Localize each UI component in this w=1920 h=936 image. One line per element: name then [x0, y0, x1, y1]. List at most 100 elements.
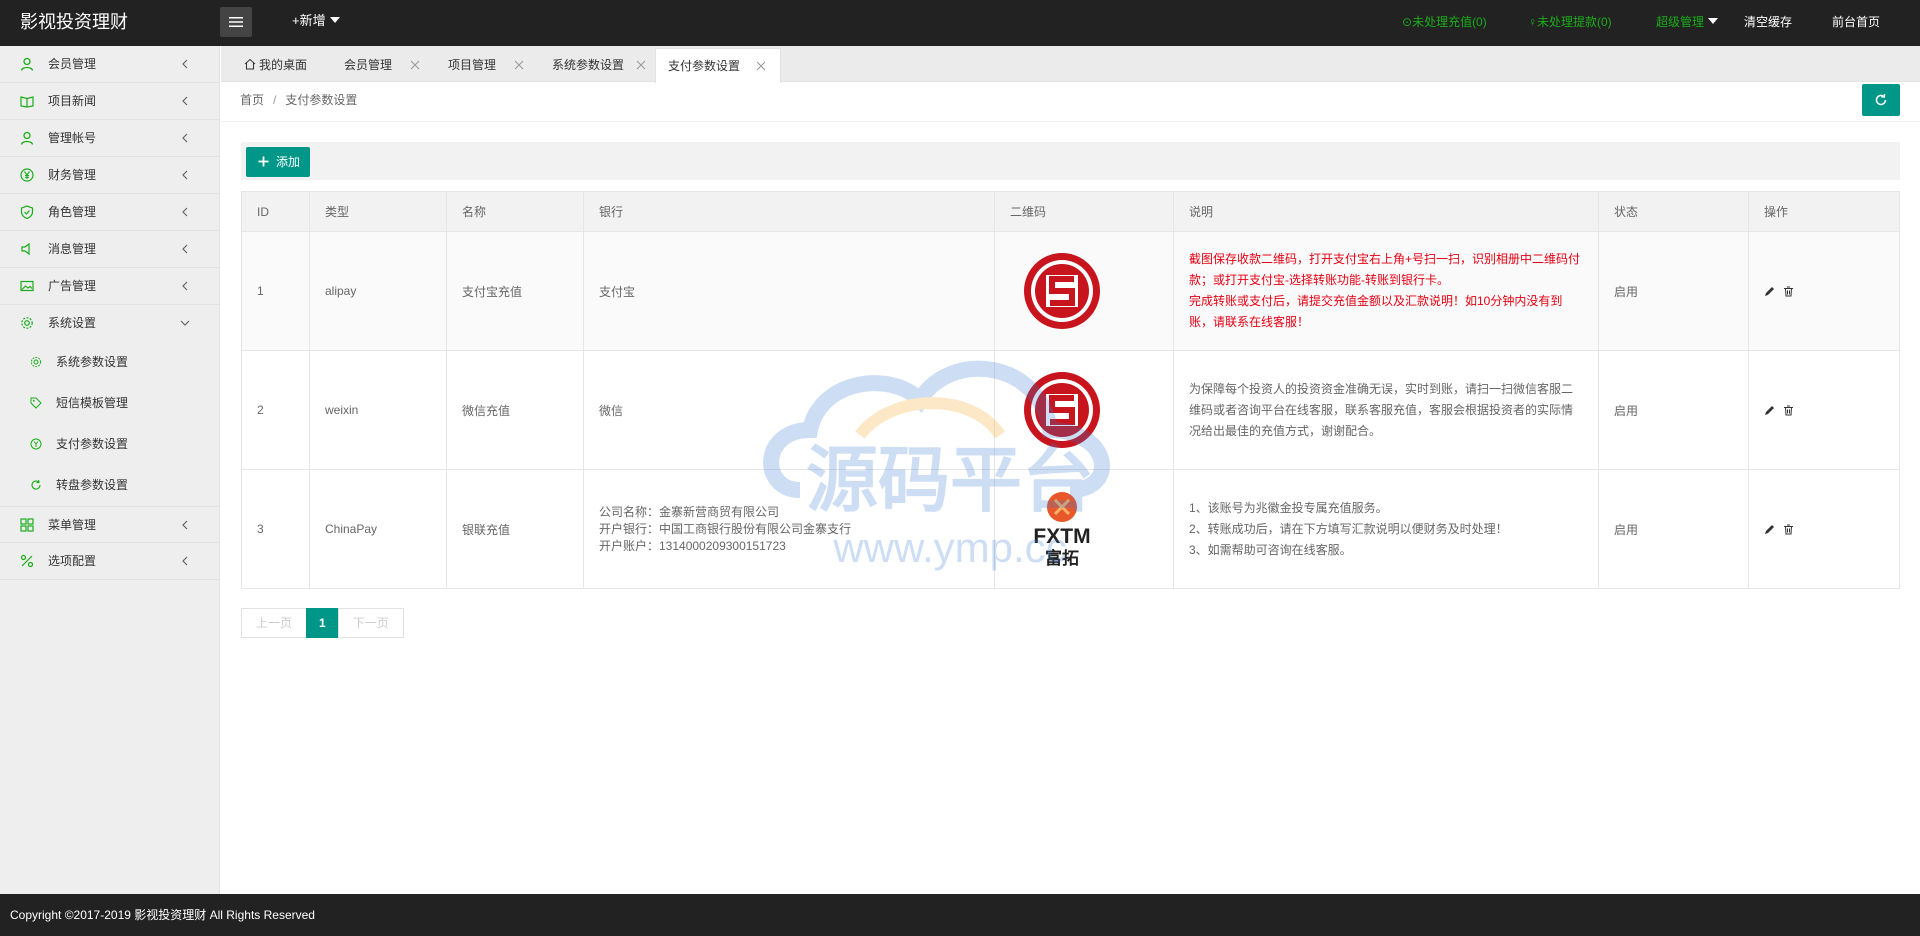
next-page-button[interactable]: 下一页 [337, 608, 404, 638]
sidebar-item-admins[interactable]: 管理帐号 [0, 120, 219, 157]
sidebar-item-finance[interactable]: 财务管理 [0, 157, 219, 194]
sidebar-item-label: 会员管理 [48, 57, 97, 71]
admin-label: 超级管理 [1656, 15, 1705, 29]
cell-type: alipay [309, 231, 447, 351]
pending-withdraw-label: 未处理提款(0) [1537, 15, 1612, 29]
sidebar-item-messages[interactable]: 消息管理 [0, 231, 219, 268]
refresh-button[interactable] [1862, 84, 1900, 116]
clear-cache-link[interactable]: 清空缓存 [1744, 0, 1792, 44]
column-header-status: 状态 [1598, 191, 1749, 232]
bank-info-line: 开户账户：1314000209300151723 [599, 538, 786, 553]
description-line: 维码或者咨询平台在线客服，联系客服充值，客服会根据投资者的实际情 [1189, 402, 1574, 417]
tab-members[interactable]: 会员管理 [332, 48, 434, 82]
column-header-name: 名称 [446, 191, 584, 232]
app-logo[interactable]: 影视投资理财 [20, 0, 128, 44]
delete-icon[interactable] [1783, 286, 1794, 297]
bank-info-line: 开户银行：中国工商银行股份有限公司金寨支行 [599, 521, 852, 536]
tab-desktop[interactable]: 我的桌面 [232, 48, 316, 82]
new-dropdown[interactable]: +新增 [292, 0, 340, 42]
sidebar-item-system[interactable]: 系统设置 [0, 305, 219, 342]
close-icon[interactable] [410, 60, 420, 70]
tab-system-params[interactable]: 系统参数设置 [540, 48, 660, 82]
sidebar-subitem-wheel-params[interactable]: 转盘参数设置 [0, 465, 219, 506]
sidebar-subitem-payment-params[interactable]: 支付参数设置 [0, 424, 219, 465]
delete-icon[interactable] [1783, 524, 1794, 535]
tab-label: 系统参数设置 [552, 58, 625, 72]
sidebar-subitem-label: 转盘参数设置 [56, 478, 129, 492]
edit-icon[interactable] [1764, 286, 1775, 297]
description-text: 1、该账号为兆徽金投专属充值服务。 2、转账成功后，请在下方填写汇款说明以便财务… [1189, 498, 1583, 561]
cell-name: 微信充值 [446, 350, 584, 470]
refresh-icon [31, 479, 41, 490]
description-line: 3、如需帮助可咨询在线客服。 [1189, 542, 1352, 557]
chevron-left-icon [182, 520, 188, 530]
description-line: 况给出最佳的充值方式，谢谢配合。 [1189, 423, 1382, 438]
menu-toggle-button[interactable] [220, 7, 252, 37]
column-header-type: 类型 [309, 191, 447, 232]
sidebar-subitem-label: 支付参数设置 [56, 437, 129, 451]
cell-description: 1、该账号为兆徽金投专属充值服务。 2、转账成功后，请在下方填写汇款说明以便财务… [1173, 469, 1599, 589]
description-text: 为保障每个投资人的投资资金准确无误，实时到账，请扫一扫微信客服二 维码或者咨询平… [1189, 379, 1583, 442]
close-icon[interactable] [756, 61, 766, 71]
column-header-bank: 银行 [583, 191, 995, 232]
swift-logo[interactable] [1022, 370, 1102, 450]
swift-logo[interactable] [1022, 251, 1102, 331]
sidebar-item-options[interactable]: 选项配置 [0, 543, 219, 580]
breadcrumb-current: 支付参数设置 [285, 93, 358, 107]
close-icon[interactable] [636, 60, 646, 70]
sidebar-item-label: 角色管理 [48, 205, 97, 219]
table-header-row: ID 类型 名称 银行 二维码 说明 状态 操作 [241, 191, 1900, 232]
edit-icon[interactable] [1764, 405, 1775, 416]
cell-name: 银联充值 [446, 469, 584, 589]
sidebar-subitem-system-params[interactable]: 系统参数设置 [0, 342, 219, 383]
pending-withdraw-link[interactable]: ♀未处理提款(0) [1528, 0, 1612, 44]
table-toolbar: 添加 [241, 142, 1900, 180]
sidebar-subitem-sms-templates[interactable]: 短信模板管理 [0, 383, 219, 424]
cell-id: 1 [241, 231, 310, 351]
speaker-icon [21, 242, 30, 256]
cell-id: 2 [241, 350, 310, 470]
sidebar-subitem-label: 系统参数设置 [56, 355, 129, 369]
chevron-left-icon [182, 244, 188, 254]
column-header-id: ID [241, 191, 310, 232]
sidebar-item-members[interactable]: 会员管理 [0, 46, 219, 83]
sidebar-item-news[interactable]: 项目新闻 [0, 83, 219, 120]
edit-icon[interactable] [1764, 524, 1775, 535]
clock-icon: ⊙ [1402, 15, 1413, 29]
column-header-qr: 二维码 [994, 191, 1174, 232]
sidebar-item-ads[interactable]: 广告管理 [0, 268, 219, 305]
bank-info: 公司名称：金寨新营商贸有限公司 开户银行：中国工商银行股份有限公司金寨支行 开户… [599, 504, 979, 555]
sidebar-item-label: 消息管理 [48, 242, 97, 256]
fxtm-wordmark: FXTM [1033, 525, 1090, 548]
frontend-home-link[interactable]: 前台首页 [1832, 0, 1880, 44]
chevron-left-icon [182, 556, 188, 566]
cell-status: 启用 [1598, 231, 1749, 351]
chevron-left-icon [182, 59, 188, 69]
cell-type: weixin [309, 350, 447, 470]
description-line: 账，请联系在线客服！ [1189, 315, 1310, 329]
page-number-current[interactable]: 1 [306, 608, 339, 638]
breadcrumb-separator: / [273, 93, 277, 107]
tab-label: 会员管理 [344, 58, 393, 72]
close-icon[interactable] [514, 60, 524, 70]
prev-page-button[interactable]: 上一页 [241, 608, 308, 638]
table-row: 1 alipay 支付宝充值 支付宝 截图保存收款二维码，打开支付宝右上角+号扫… [241, 231, 1900, 351]
tab-payment-params[interactable]: 支付参数设置 [655, 48, 781, 83]
cell-description: 截图保存收款二维码，打开支付宝右上角+号扫一扫，识别相册中二维码付 款；或打开支… [1173, 231, 1599, 351]
delete-icon[interactable] [1783, 405, 1794, 416]
description-line: 为保障每个投资人的投资资金准确无误，实时到账，请扫一扫微信客服二 [1189, 381, 1574, 396]
admin-dropdown[interactable]: 超级管理 [1656, 0, 1719, 44]
tab-projects[interactable]: 项目管理 [436, 48, 538, 82]
table-row: 2 weixin 微信充值 微信 为保障每个投资人的投资资金准确无误，实时到账，… [241, 350, 1900, 470]
top-header: 影视投资理财 +新增 ⊙未处理充值(0) ♀未处理提款(0) 超级管理 清空缓存… [0, 0, 1920, 46]
pending-recharge-link[interactable]: ⊙未处理充值(0) [1402, 0, 1487, 44]
caret-down-icon [329, 16, 340, 23]
add-button[interactable]: 添加 [246, 147, 310, 177]
chevron-down-icon [180, 320, 190, 326]
cell-qr [994, 231, 1174, 351]
sidebar-item-menus[interactable]: 菜单管理 [0, 506, 219, 543]
breadcrumb-home[interactable]: 首页 [240, 93, 264, 107]
fxtm-logo[interactable]: FXTM 富拓 [1022, 489, 1102, 569]
sidebar-item-roles[interactable]: 角色管理 [0, 194, 219, 231]
withdraw-icon: ♀ [1528, 15, 1537, 29]
